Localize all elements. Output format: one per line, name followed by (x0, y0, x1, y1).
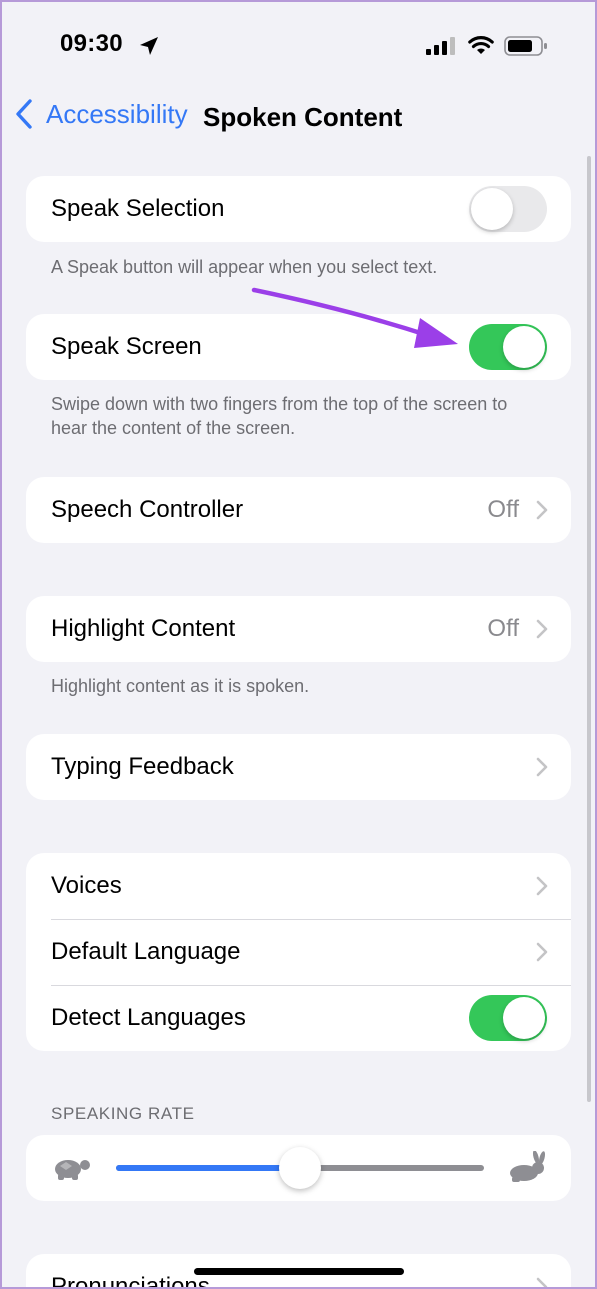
speech-controller-row[interactable]: Speech Controller Off (26, 477, 571, 543)
toggle-knob (471, 188, 513, 230)
speaking-rate-thumb[interactable] (279, 1147, 321, 1189)
voices-label: Voices (51, 872, 122, 899)
speak-selection-row: Speak Selection (26, 176, 571, 242)
voices-group: Voices Default Language Detect Languages (26, 853, 571, 1051)
highlight-content-label: Highlight Content (51, 615, 236, 642)
speak-selection-group: Speak Selection (26, 176, 571, 242)
back-button[interactable]: Accessibility (14, 98, 188, 130)
back-button-label: Accessibility (46, 98, 188, 129)
speak-selection-label: Speak Selection (51, 195, 225, 222)
default-language-label: Default Language (51, 938, 241, 965)
status-time: 09:30 (60, 30, 123, 57)
speaking-rate-slider[interactable] (116, 1147, 484, 1189)
typing-feedback-row[interactable]: Typing Feedback (26, 734, 571, 800)
typing-feedback-group: Typing Feedback (26, 734, 571, 800)
turtle-icon (55, 1160, 90, 1180)
chevron-right-icon (536, 942, 548, 962)
toggle-knob (503, 326, 545, 368)
detect-languages-row: Detect Languages (26, 985, 571, 1051)
chevron-right-icon (536, 619, 548, 639)
wifi-icon (468, 36, 494, 54)
home-indicator (194, 1268, 404, 1275)
speak-screen-group: Speak Screen (26, 314, 571, 380)
speak-screen-row: Speak Screen (26, 314, 571, 380)
chevron-right-icon (536, 1277, 548, 1289)
highlight-content-group: Highlight Content Off (26, 596, 571, 662)
toggle-knob (503, 997, 545, 1039)
battery-icon (504, 36, 547, 56)
speaking-rate-header: SPEAKING RATE (51, 1104, 195, 1123)
voices-row[interactable]: Voices (26, 853, 571, 919)
location-arrow-icon (140, 37, 158, 55)
cellular-signal-icon (426, 37, 455, 55)
rabbit-icon (510, 1151, 546, 1182)
detect-languages-toggle[interactable] (469, 995, 547, 1041)
status-bar: 09:30 (0, 0, 597, 92)
navigation-bar: Accessibility Spoken Content (0, 92, 597, 142)
chevron-right-icon (536, 876, 548, 896)
detect-languages-label: Detect Languages (51, 1004, 246, 1031)
highlight-content-row[interactable]: Highlight Content Off (26, 596, 571, 662)
chevron-left-icon (16, 99, 32, 129)
speak-selection-footnote: A Speak button will appear when you sele… (51, 257, 438, 277)
chevron-right-icon (536, 757, 548, 777)
speak-screen-footnote: Swipe down with two fingers from the top… (51, 394, 508, 438)
highlight-content-value: Off (487, 615, 519, 642)
speech-controller-label: Speech Controller (51, 496, 244, 523)
speaking-rate-group (26, 1135, 571, 1201)
typing-feedback-label: Typing Feedback (51, 753, 234, 780)
page-title: Spoken Content (203, 102, 403, 132)
scrollbar[interactable] (587, 156, 591, 1102)
highlight-content-footnote: Highlight content as it is spoken. (51, 676, 310, 696)
speech-controller-value: Off (487, 496, 519, 523)
speak-screen-toggle[interactable] (469, 324, 547, 370)
default-language-row[interactable]: Default Language (26, 919, 571, 985)
chevron-right-icon (536, 500, 548, 520)
speaking-rate-fill (116, 1165, 300, 1171)
pronunciations-label: Pronunciations (51, 1273, 210, 1289)
speech-controller-group: Speech Controller Off (26, 477, 571, 543)
speak-screen-label: Speak Screen (51, 333, 202, 360)
speak-selection-toggle[interactable] (469, 186, 547, 232)
